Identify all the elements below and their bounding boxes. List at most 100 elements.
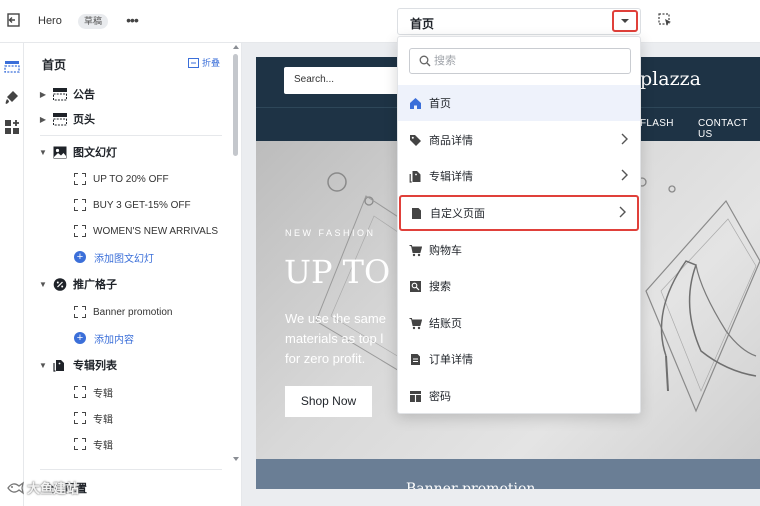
page-option-label: 自定义页面	[430, 208, 485, 220]
block-icon	[74, 412, 86, 424]
announcement-section-icon	[53, 87, 67, 100]
block-item[interactable]: 专辑	[24, 433, 224, 455]
page-option-collection[interactable]: 专辑详情	[398, 158, 640, 194]
add-slide-label: 添加图文幻灯	[94, 253, 154, 265]
dropdown-search-input[interactable]	[434, 51, 624, 71]
nav-item[interactable]: CONTACT US	[698, 118, 760, 140]
dropdown-search[interactable]	[409, 48, 631, 74]
hero-eyebrow: NEW FASHION	[285, 228, 376, 238]
page-option-label: 搜索	[429, 281, 451, 293]
home-icon	[410, 97, 421, 109]
scroll-down-icon[interactable]	[233, 457, 239, 461]
page-option-checkout[interactable]: 结账页	[398, 305, 640, 341]
watermark-text: 大鱼建站	[27, 481, 80, 496]
section-header[interactable]: ▶ 页头	[24, 108, 224, 130]
theme-style-icon[interactable]	[4, 89, 20, 105]
block-icon	[74, 225, 86, 237]
status-badge: 草稿	[78, 14, 109, 29]
page-option-search[interactable]: 搜索	[398, 268, 640, 304]
banner-title: Banner promotion	[406, 481, 536, 489]
cart-icon	[409, 244, 422, 256]
tool-rail	[0, 43, 24, 506]
page-option-cart[interactable]: 购物车	[398, 232, 640, 268]
block-item[interactable]: 专辑	[24, 407, 224, 429]
section-label: 推广格子	[73, 279, 117, 291]
add-content-button[interactable]: + 添加内容	[24, 327, 224, 349]
collapse-icon	[188, 57, 199, 68]
add-slide-button[interactable]: + 添加图文幻灯	[24, 246, 224, 268]
block-label: 专辑	[93, 414, 113, 426]
collection-section-icon	[53, 359, 64, 372]
hero-body: We use the same materials as top l for z…	[285, 309, 415, 369]
page-option-home[interactable]: 首页	[398, 85, 640, 121]
image-section-icon	[53, 146, 67, 158]
block-label: 专辑	[93, 388, 113, 400]
block-item[interactable]: BUY 3 GET-15% OFF	[24, 194, 224, 216]
chevron-right-icon[interactable]: ▶	[39, 90, 47, 99]
collapse-button[interactable]: 折叠	[188, 56, 220, 69]
nav-item[interactable]: FLASH	[640, 118, 674, 129]
header-section-icon	[53, 112, 67, 125]
block-item[interactable]: WOMEN'S NEW ARRIVALS	[24, 220, 224, 242]
shop-now-button[interactable]: Shop Now	[285, 386, 372, 417]
apps-icon[interactable]	[4, 119, 20, 135]
section-collection-list[interactable]: ▼ 专辑列表	[24, 354, 224, 376]
page-selector[interactable]: 首页	[397, 8, 641, 35]
block-label: Banner promotion	[93, 306, 173, 318]
section-label: 页头	[73, 114, 95, 126]
block-label: UP TO 20% OFF	[93, 173, 169, 185]
block-item[interactable]: UP TO 20% OFF	[24, 168, 224, 190]
plus-icon: +	[74, 332, 86, 344]
page-selector-dropdown: 首页 商品详情 专辑详情 自定义页面 购物车 搜索 结账页 订单详情 密码	[397, 36, 641, 414]
page-option-label: 购物车	[429, 245, 462, 257]
select-element-icon[interactable]	[657, 12, 673, 28]
page-option-product[interactable]: 商品详情	[398, 122, 640, 158]
page-icon	[412, 207, 421, 219]
page-option-label: 商品详情	[429, 135, 473, 147]
page-selector-toggle-button[interactable]	[612, 10, 638, 32]
section-slideshow[interactable]: ▼ 图文幻灯	[24, 141, 224, 163]
page-option-label: 订单详情	[429, 354, 473, 366]
chevron-down-icon[interactable]: ▼	[39, 280, 47, 289]
scrollbar-thumb[interactable]	[233, 54, 238, 156]
scroll-up-icon[interactable]	[233, 45, 239, 49]
block-label: BUY 3 GET-15% OFF	[93, 199, 191, 211]
discount-section-icon	[53, 277, 67, 291]
section-label: 专辑列表	[73, 360, 117, 372]
section-promo-grid[interactable]: ▼ 推广格子	[24, 273, 224, 295]
panel-title: 首页	[42, 58, 67, 72]
block-item[interactable]: 专辑	[24, 381, 224, 403]
chevron-down-icon[interactable]: ▼	[39, 361, 47, 370]
page-option-custom-page[interactable]: 自定义页面	[399, 195, 639, 231]
block-icon	[74, 386, 86, 398]
hero-body-line: materials as top l	[285, 331, 384, 346]
sections-icon[interactable]	[4, 59, 20, 75]
banner-promotion-section: Banner promotion	[256, 459, 760, 489]
image-search-icon	[410, 280, 421, 292]
page-option-password[interactable]: 密码	[398, 378, 640, 414]
block-item[interactable]: Banner promotion	[24, 301, 224, 323]
page-option-order[interactable]: 订单详情	[398, 341, 640, 377]
exit-icon[interactable]	[6, 12, 22, 28]
block-label: 专辑	[93, 440, 113, 452]
chevron-right-icon	[621, 169, 628, 181]
block-icon	[74, 199, 86, 211]
chevron-right-icon	[619, 206, 626, 218]
chevron-down-icon[interactable]: ▼	[39, 148, 47, 157]
search-icon	[419, 55, 431, 67]
sections-panel: 首页 折叠 ▶ 公告 ▶ 页头 ▼ 图文幻灯 UP TO 20% OFF BUY…	[24, 43, 242, 506]
block-icon	[74, 306, 86, 318]
store-logo[interactable]: plazza	[640, 68, 701, 90]
divider	[40, 135, 222, 136]
store-search-input[interactable]: Search...	[284, 67, 404, 94]
chevron-right-icon[interactable]: ▶	[39, 115, 47, 124]
section-announcement[interactable]: ▶ 公告	[24, 83, 224, 105]
section-label: 图文幻灯	[73, 147, 117, 159]
collapse-label: 折叠	[202, 58, 221, 68]
hero-body-line: We use the same	[285, 311, 386, 326]
password-icon	[410, 390, 421, 402]
more-options-icon[interactable]: •••	[124, 11, 140, 29]
tag-icon	[410, 134, 421, 146]
hero-body-line: for zero profit.	[285, 351, 366, 366]
checkout-cart-icon	[409, 317, 422, 329]
